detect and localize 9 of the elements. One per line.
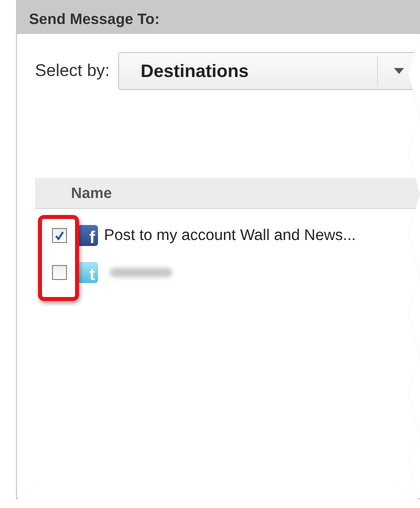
checkbox[interactable] — [52, 265, 67, 280]
column-header: Name — [71, 184, 112, 202]
f-logo-icon: f — [77, 225, 98, 246]
bird-logo-icon: t — [77, 262, 98, 283]
checkbox[interactable] — [52, 228, 67, 243]
destination-name: Post to my account Wall and News... — [104, 226, 356, 244]
select-label: Select by: — [35, 61, 110, 81]
panel-title: Send Message To: — [17, 0, 420, 34]
caret-icon — [394, 68, 404, 74]
